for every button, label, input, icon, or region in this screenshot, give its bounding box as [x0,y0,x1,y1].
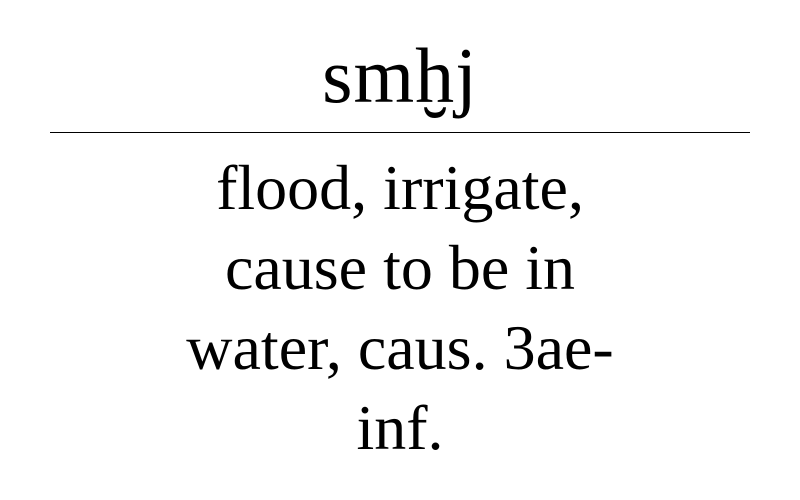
definition-line: inf. [356,392,444,463]
definition: flood, irrigate, cause to be in water, c… [100,148,700,468]
dictionary-card: smḫj flood, irrigate, cause to be in wat… [0,0,800,500]
definition-line: water, caus. 3ae- [186,312,614,383]
definition-line: cause to be in [224,232,576,303]
divider [50,132,750,133]
headword: smḫj [322,32,478,119]
definition-line: flood, irrigate, [216,152,584,223]
